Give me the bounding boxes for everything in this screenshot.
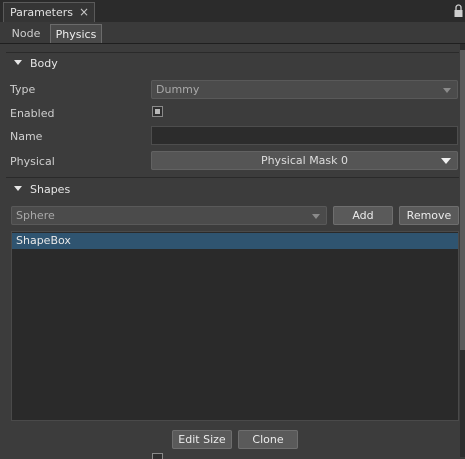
partial-checkbox[interactable] [152, 453, 163, 459]
expand-triangle-icon[interactable] [14, 185, 22, 191]
parameters-tab-title: Parameters [10, 6, 73, 19]
divider [6, 52, 459, 53]
divider [6, 177, 459, 178]
type-combo-value: Dummy [156, 83, 200, 96]
name-label: Name [10, 130, 43, 143]
close-icon[interactable]: × [79, 5, 89, 19]
enabled-label: Enabled [10, 107, 55, 120]
shapes-section-header[interactable]: Shapes [14, 183, 70, 199]
shape-type-combo[interactable]: Sphere [11, 206, 327, 225]
clone-button[interactable]: Clone [238, 430, 298, 449]
shapes-section-title: Shapes [30, 183, 71, 196]
remove-shape-button[interactable]: Remove [399, 206, 459, 225]
name-field[interactable] [151, 126, 458, 145]
title-bar: Parameters × [0, 0, 465, 22]
physical-mask-value: Physical Mask 0 [260, 154, 349, 167]
physical-mask-dropdown[interactable]: Physical Mask 0 [151, 151, 458, 170]
chevron-down-icon [441, 158, 451, 164]
type-label: Type [10, 83, 36, 96]
expand-triangle-icon[interactable] [14, 59, 22, 65]
lock-icon[interactable] [454, 4, 463, 18]
physical-label: Physical [10, 155, 55, 168]
chevron-down-icon [443, 88, 451, 93]
tab-physics[interactable]: Physics [50, 24, 102, 43]
chevron-down-icon [312, 214, 320, 219]
edit-size-button[interactable]: Edit Size [172, 430, 232, 449]
shape-type-value: Sphere [16, 209, 55, 222]
body-section-header[interactable]: Body [14, 57, 58, 73]
type-combo[interactable]: Dummy [151, 80, 458, 99]
scrollbar-thumb[interactable] [460, 50, 465, 350]
parameters-tab[interactable]: Parameters × [3, 2, 95, 22]
checkbox-mark [155, 109, 160, 114]
shapes-list[interactable]: ShapeBox [11, 231, 459, 421]
list-item[interactable]: ShapeBox [12, 233, 458, 249]
tab-node[interactable]: Node [6, 24, 46, 43]
enabled-checkbox[interactable] [152, 106, 163, 117]
add-shape-button[interactable]: Add [333, 206, 393, 225]
tab-bar: Node Physics [0, 22, 465, 44]
body-section-title: Body [30, 57, 58, 70]
